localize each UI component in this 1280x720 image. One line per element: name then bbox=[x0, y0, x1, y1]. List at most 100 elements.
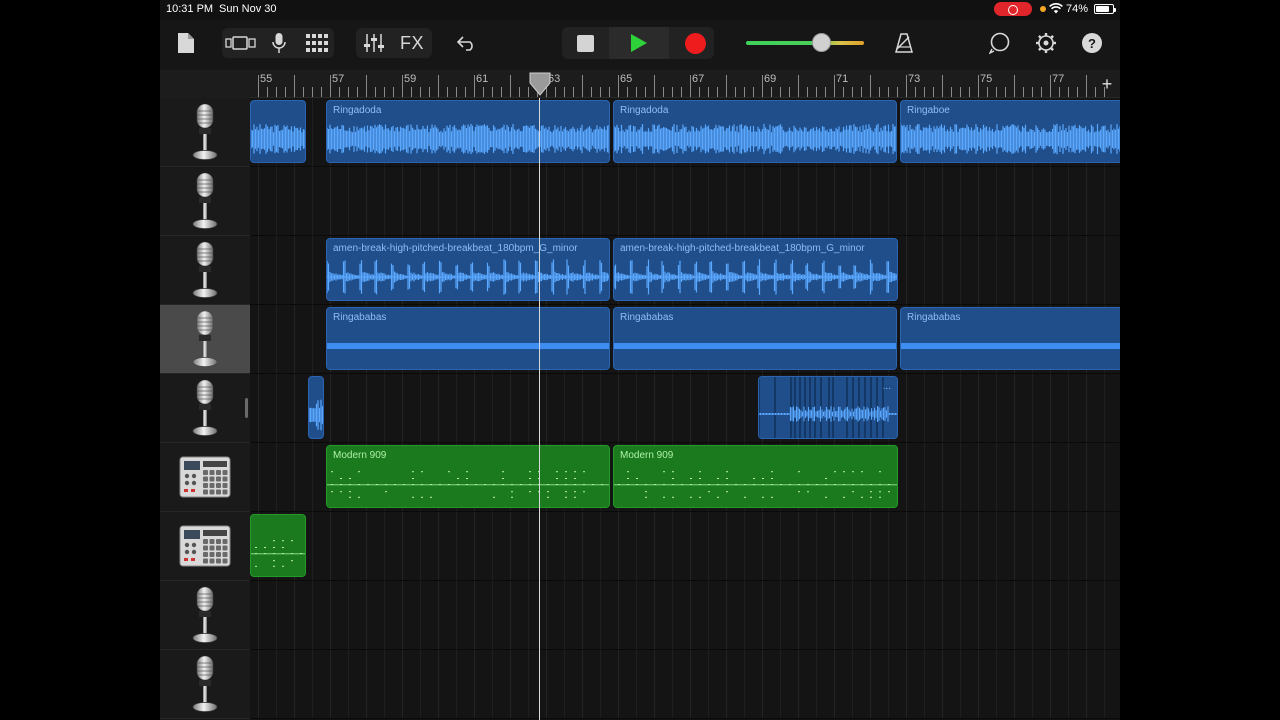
audio-region[interactable]: ... bbox=[758, 376, 898, 439]
ruler-tick bbox=[474, 75, 475, 97]
ruler-tick bbox=[978, 75, 979, 97]
live-loops-button[interactable] bbox=[302, 29, 332, 57]
mixer-button[interactable] bbox=[360, 29, 388, 57]
instrument-mic-button[interactable] bbox=[266, 29, 292, 57]
timeline-ruler[interactable]: 55 57 59 61 63 65 67 69 71 73 75 77 bbox=[250, 70, 1120, 98]
track-lane-9[interactable] bbox=[250, 650, 1120, 719]
drum-region[interactable] bbox=[250, 514, 306, 577]
view-toggle-button[interactable] bbox=[224, 29, 258, 57]
audio-region[interactable]: Ringababas bbox=[613, 307, 897, 370]
ruler-tick bbox=[906, 75, 907, 97]
grid-line bbox=[384, 581, 385, 649]
audio-region[interactable] bbox=[308, 376, 324, 439]
grid-line bbox=[330, 581, 331, 649]
status-time: 10:31 PM bbox=[166, 3, 214, 15]
master-volume-slider[interactable] bbox=[746, 41, 864, 45]
track-header-3[interactable] bbox=[160, 236, 250, 305]
play-button[interactable] bbox=[609, 27, 669, 59]
grid-line bbox=[1068, 236, 1069, 304]
audio-region[interactable] bbox=[250, 100, 306, 163]
grid-line bbox=[1014, 167, 1015, 235]
track-header-6[interactable] bbox=[160, 443, 250, 512]
add-section-button[interactable]: + bbox=[1098, 74, 1116, 94]
record-button[interactable] bbox=[677, 29, 713, 57]
grid-line bbox=[564, 581, 565, 649]
header-resize-handle[interactable] bbox=[245, 398, 248, 418]
drum-region[interactable]: Modern 909 bbox=[326, 445, 610, 508]
playhead-handle[interactable] bbox=[529, 72, 551, 96]
stop-button[interactable] bbox=[567, 29, 603, 57]
track-header-2[interactable] bbox=[160, 167, 250, 236]
ruler-bar-number: 69 bbox=[764, 73, 777, 85]
grid-line bbox=[366, 512, 367, 580]
grid-line bbox=[888, 650, 889, 718]
playhead[interactable] bbox=[539, 98, 540, 720]
track-lane-6[interactable]: Modern 909 Modern 909 bbox=[250, 443, 1120, 512]
audio-region[interactable]: Ringababas bbox=[326, 307, 610, 370]
grid-line bbox=[816, 650, 817, 718]
grid-line bbox=[492, 374, 493, 442]
grid-line bbox=[258, 581, 259, 649]
ruler-tick bbox=[807, 87, 808, 97]
ruler-tick bbox=[1059, 87, 1060, 97]
track-lane-5[interactable]: ... bbox=[250, 374, 1120, 443]
grid-line bbox=[978, 581, 979, 649]
grid-line bbox=[1050, 512, 1051, 580]
audio-region[interactable]: amen-break-high-pitched-breakbeat_180bpm… bbox=[613, 238, 898, 301]
screen-recording-indicator[interactable] bbox=[994, 2, 1032, 16]
grid-line bbox=[474, 650, 475, 718]
grid-line bbox=[348, 581, 349, 649]
track-header-8[interactable] bbox=[160, 581, 250, 650]
grid-line bbox=[294, 236, 295, 304]
settings-button[interactable] bbox=[1032, 29, 1060, 57]
ruler-bar-number: 77 bbox=[1052, 73, 1065, 85]
ruler-tick bbox=[933, 87, 934, 97]
grid-line bbox=[798, 581, 799, 649]
grid-line bbox=[276, 650, 277, 718]
region-label: Ringadoda bbox=[333, 105, 382, 116]
track-lane-8[interactable] bbox=[250, 581, 1120, 650]
help-icon: ? bbox=[1088, 35, 1096, 51]
audio-region[interactable]: amen-break-high-pitched-breakbeat_180bpm… bbox=[326, 238, 610, 301]
fx-button[interactable]: FX bbox=[396, 29, 428, 57]
audio-region[interactable]: Ringadoda bbox=[613, 100, 897, 163]
track-header-1[interactable] bbox=[160, 98, 250, 167]
track-header-4[interactable] bbox=[160, 305, 250, 374]
track-lane-2[interactable] bbox=[250, 167, 1120, 236]
grid-line bbox=[384, 374, 385, 442]
loop-browser-button[interactable] bbox=[986, 29, 1014, 57]
my-songs-button[interactable] bbox=[174, 29, 198, 57]
grid-line bbox=[636, 650, 637, 718]
grid-line bbox=[708, 512, 709, 580]
master-volume-knob[interactable] bbox=[812, 33, 831, 52]
undo-button[interactable] bbox=[452, 29, 482, 57]
stop-icon bbox=[576, 34, 594, 52]
grid-line bbox=[618, 374, 619, 442]
grid-line bbox=[690, 512, 691, 580]
gear-icon bbox=[1036, 33, 1056, 53]
grid-line bbox=[942, 581, 943, 649]
grid-line bbox=[564, 167, 565, 235]
track-lane-4[interactable]: Ringababas Ringababas Ringababas bbox=[250, 305, 1120, 374]
grid-line bbox=[672, 167, 673, 235]
track-lane-7[interactable] bbox=[250, 512, 1120, 581]
grid-line bbox=[492, 650, 493, 718]
track-header-9[interactable] bbox=[160, 650, 250, 719]
track-header-5[interactable] bbox=[160, 374, 250, 443]
track-lane-3[interactable]: amen-break-high-pitched-breakbeat_180bpm… bbox=[250, 236, 1120, 305]
ruler-tick bbox=[1050, 75, 1051, 97]
ruler-tick bbox=[510, 75, 511, 97]
ruler-tick bbox=[870, 75, 871, 97]
metronome-button[interactable] bbox=[890, 29, 918, 57]
help-button[interactable]: ? bbox=[1082, 33, 1102, 53]
track-lane-1[interactable]: Ringadoda Ringadoda Ringaboe bbox=[250, 98, 1120, 167]
grid-line bbox=[924, 167, 925, 235]
audio-region[interactable]: Ringaboe bbox=[900, 100, 1120, 163]
audio-region[interactable]: Ringadoda bbox=[326, 100, 610, 163]
drum-region[interactable]: Modern 909 bbox=[613, 445, 898, 508]
grid-line bbox=[402, 374, 403, 442]
tracks-area[interactable]: Ringadoda Ringadoda Ringaboe amen-break-hig… bbox=[250, 98, 1120, 720]
audio-region[interactable]: Ringababas bbox=[900, 307, 1120, 370]
grid-line bbox=[402, 581, 403, 649]
track-header-7[interactable] bbox=[160, 512, 250, 581]
